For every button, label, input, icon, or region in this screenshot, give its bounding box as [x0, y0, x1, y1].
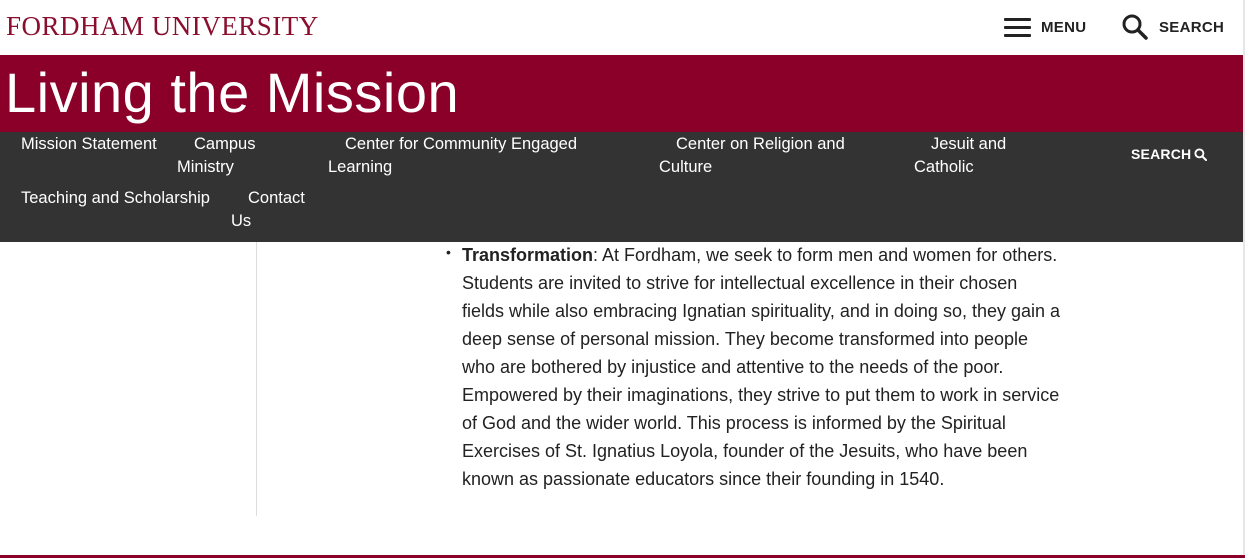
sidebar-divider: [256, 242, 257, 516]
nav-item-jesuit-and-catholic[interactable]: Jesuit and Catholic: [914, 133, 1006, 179]
nav-item-label: Contact: [248, 189, 305, 207]
menu-label: MENU: [1041, 18, 1087, 36]
bullet-text: : At Fordham, we seek to form men and wo…: [462, 245, 1061, 489]
nav-search-label: SEARCH: [1131, 146, 1192, 162]
nav-item-contact-us[interactable]: Contact Us: [231, 187, 305, 233]
site-title[interactable]: Living the Mission: [5, 59, 459, 127]
nav-item-label: Center for Community Engaged: [345, 135, 578, 153]
nav-item-label: Jesuit and: [931, 135, 1007, 153]
section-nav: Mission Statement Campus Ministry Center…: [0, 132, 1243, 242]
menu-icon: [1004, 17, 1031, 37]
nav-item-label: Culture: [659, 158, 713, 176]
menu-button[interactable]: MENU: [1004, 14, 1086, 40]
search-icon: [1122, 14, 1148, 40]
site-banner: Living the Mission: [0, 55, 1243, 132]
nav-item-label: Us: [231, 212, 252, 230]
nav-search-button[interactable]: SEARCH: [1131, 146, 1208, 162]
nav-item-religion-and-culture[interactable]: Center on Religion and Culture: [659, 133, 845, 179]
nav-item-label: Catholic: [914, 158, 974, 176]
nav-item-label: Campus: [194, 135, 256, 153]
search-button[interactable]: SEARCH: [1121, 13, 1224, 41]
nav-item-teaching-and-scholarship[interactable]: Teaching and Scholarship: [21, 187, 210, 210]
search-icon: [1194, 147, 1208, 161]
transformation-paragraph: Transformation: At Fordham, we seek to f…: [462, 241, 1062, 493]
bullet-marker: •: [446, 244, 451, 260]
nav-item-community-engaged-learning[interactable]: Center for Community Engaged Learning: [328, 133, 577, 179]
nav-item-label: Ministry: [177, 158, 234, 176]
bullet-term: Transformation: [462, 245, 594, 265]
university-logo[interactable]: FORDHAM UNIVERSITY: [6, 10, 319, 42]
nav-item-mission-statement[interactable]: Mission Statement: [21, 133, 157, 156]
nav-item-label: Center on Religion and: [676, 135, 845, 153]
search-label: SEARCH: [1159, 18, 1225, 36]
nav-item-label: Learning: [328, 158, 393, 176]
top-header: FORDHAM UNIVERSITY MENU SEARCH: [0, 0, 1245, 55]
nav-item-label: Teaching and Scholarship: [21, 189, 210, 207]
nav-item-label: Mission Statement: [21, 135, 157, 153]
nav-item-campus-ministry[interactable]: Campus Ministry: [177, 133, 255, 179]
